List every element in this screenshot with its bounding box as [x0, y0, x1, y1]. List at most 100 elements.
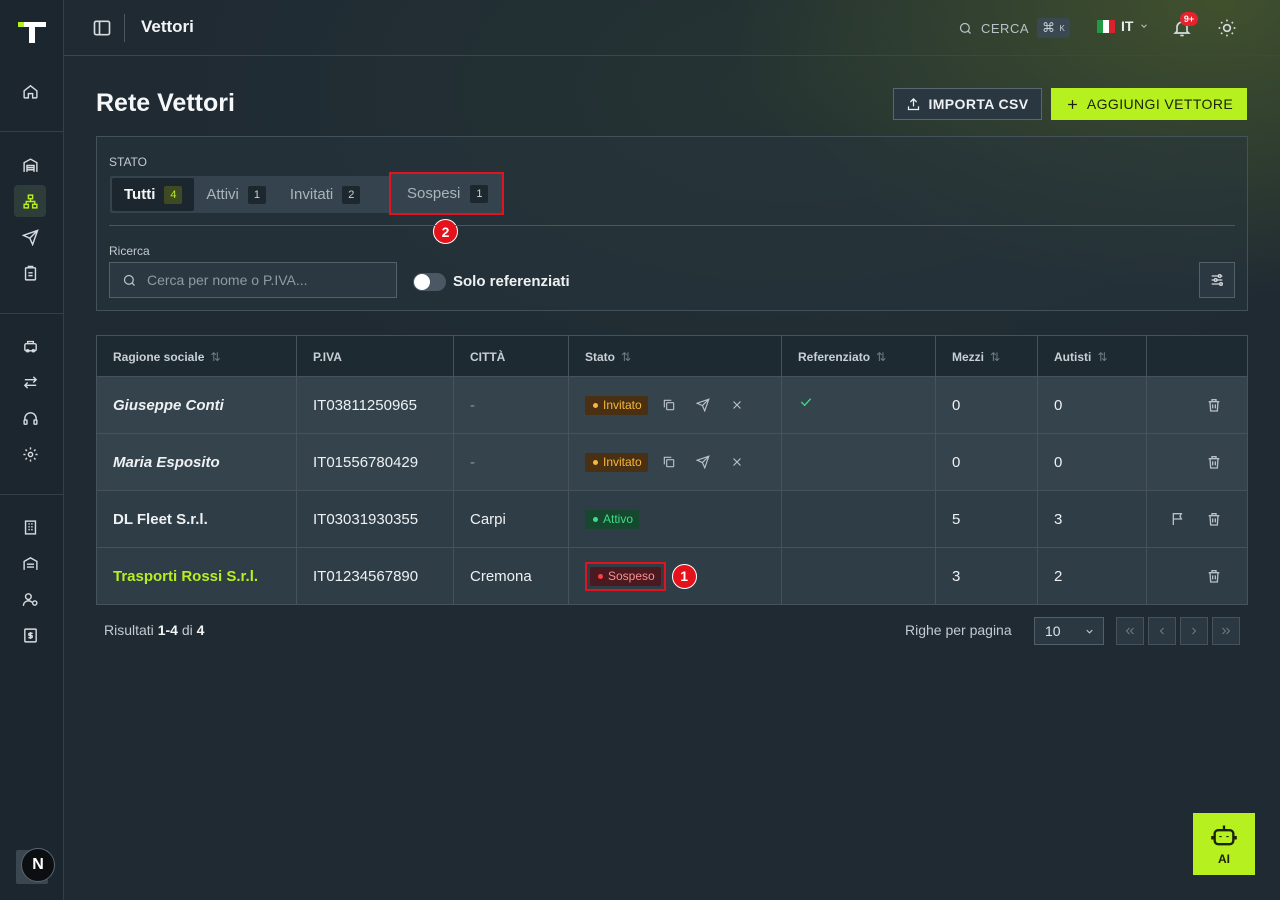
app-logo[interactable]: [18, 22, 46, 44]
carrier-city: Carpi: [470, 510, 506, 528]
transfer-icon: [23, 375, 37, 389]
avatar[interactable]: N: [16, 848, 55, 884]
trash-icon[interactable]: [1206, 397, 1222, 413]
carrier-referenced: [782, 377, 814, 433]
network-icon: [22, 193, 38, 209]
language-selector[interactable]: IT: [1097, 18, 1149, 34]
send-icon[interactable]: [695, 455, 710, 469]
user-settings-icon: [22, 592, 38, 606]
search-input[interactable]: [147, 272, 387, 288]
send-icon[interactable]: [695, 398, 710, 412]
carrier-vehicles: 0: [952, 396, 961, 414]
sidebar: N: [0, 0, 64, 900]
sidebar-item-billing[interactable]: [14, 619, 46, 651]
carrier-drivers: 0: [1054, 453, 1063, 471]
chevron-right-icon: [1192, 627, 1197, 635]
carrier-status-cell: Attivo: [569, 491, 640, 547]
column-header-stato[interactable]: Stato ⇅: [569, 336, 631, 377]
trash-icon[interactable]: [1206, 511, 1222, 527]
carrier-piva: IT01234567890: [313, 567, 419, 585]
close-icon[interactable]: [730, 398, 744, 412]
sliders-icon: [1211, 274, 1223, 286]
carrier-name[interactable]: Trasporti Rossi S.r.l.: [97, 548, 258, 604]
carrier-city: -: [470, 453, 475, 471]
tab-count: 2: [342, 185, 361, 204]
row-actions: [1190, 548, 1222, 604]
previous-page-button[interactable]: [1148, 617, 1176, 645]
app-title: Vettori: [141, 17, 194, 36]
carrier-search: [109, 262, 397, 298]
sun-icon[interactable]: [1217, 18, 1237, 38]
import-csv-button[interactable]: IMPORTA CSV: [893, 88, 1042, 120]
chevron-left-icon: [1159, 627, 1164, 635]
sidebar-item-send[interactable]: [14, 221, 46, 253]
copy-icon[interactable]: [662, 455, 676, 469]
column-header-citta: CITTÀ: [470, 349, 506, 364]
sidebar-item-clipboard[interactable]: [14, 257, 46, 289]
tab-tutti[interactable]: Tutti 4: [112, 178, 195, 211]
chevron-down-icon: [1086, 629, 1093, 634]
robot-icon: [1211, 825, 1237, 846]
sidebar-item-buildings[interactable]: [14, 511, 46, 543]
tab-invitati[interactable]: Invitati 2: [278, 178, 372, 211]
column-header-mezzi[interactable]: Mezzi ⇅: [936, 336, 1000, 377]
global-search-button[interactable]: CERCA ⌘ K: [958, 16, 1071, 40]
clipboard-icon: [24, 265, 36, 281]
status-badge: Invitato: [585, 452, 648, 472]
sort-icon: ⇅: [876, 349, 887, 364]
flag-icon[interactable]: [1170, 511, 1186, 527]
table-row[interactable]: Maria Esposito IT01556780429 - Invitato …: [97, 434, 1247, 491]
carrier-drivers: 3: [1054, 510, 1063, 528]
tab-attivi[interactable]: Attivi 1: [194, 178, 278, 211]
rows-per-page-select[interactable]: 10: [1034, 617, 1104, 645]
sidebar-item-users[interactable]: [14, 583, 46, 615]
depot-icon: [22, 556, 38, 570]
advanced-filters-button[interactable]: [1199, 262, 1235, 298]
column-header-ragione-sociale[interactable]: Ragione sociale ⇅: [97, 336, 220, 377]
upload-icon: [908, 97, 920, 110]
carrier-status-cell: Invitato: [569, 377, 744, 433]
carrier-vehicles: 5: [952, 510, 961, 528]
copy-icon[interactable]: [662, 398, 676, 412]
search-label: Ricerca: [109, 244, 150, 258]
trash-icon[interactable]: [1206, 568, 1222, 584]
carrier-name[interactable]: Maria Esposito: [97, 434, 220, 490]
sidebar-item-vehicles[interactable]: [14, 330, 46, 362]
table-row[interactable]: Trasporti Rossi S.r.l. IT01234567890 Cre…: [97, 548, 1247, 604]
sidebar-toggle-icon[interactable]: [92, 18, 112, 38]
first-page-button[interactable]: [1116, 617, 1144, 645]
sidebar-item-network[interactable]: [14, 185, 46, 217]
filters-panel: STATO Tutti 4 Attivi 1 Invitati 2 Sospes…: [96, 136, 1248, 311]
add-carrier-button[interactable]: AGGIUNGI VETTORE: [1051, 88, 1247, 120]
next-page-button[interactable]: [1180, 617, 1208, 645]
search-icon: [959, 22, 971, 34]
sidebar-item-transfers[interactable]: [14, 366, 46, 398]
sidebar-item-support[interactable]: [14, 402, 46, 434]
column-header-autisti[interactable]: Autisti ⇅: [1038, 336, 1107, 377]
tab-sospesi[interactable]: Sospesi 1: [389, 172, 504, 215]
carrier-drivers: 2: [1054, 567, 1063, 585]
sidebar-item-settings[interactable]: [14, 438, 46, 470]
last-page-button[interactable]: [1212, 617, 1240, 645]
language-code: IT: [1121, 18, 1134, 34]
tab-count: 4: [164, 185, 183, 204]
send-icon: [21, 228, 39, 246]
carrier-name[interactable]: DL Fleet S.r.l.: [97, 491, 208, 547]
table-row[interactable]: Giuseppe Conti IT03811250965 - Invitato …: [97, 377, 1247, 434]
tab-count: 1: [247, 185, 266, 204]
home-icon: [22, 84, 38, 99]
carrier-name[interactable]: Giuseppe Conti: [97, 377, 224, 433]
sidebar-item-warehouse[interactable]: [14, 149, 46, 181]
annotation-marker-1: 1: [671, 563, 697, 589]
close-icon[interactable]: [730, 455, 744, 469]
table-row[interactable]: DL Fleet S.r.l. IT03031930355 Carpi Atti…: [97, 491, 1247, 548]
carrier-status-cell: Sospeso 1: [569, 548, 697, 604]
ai-assistant-button[interactable]: AI: [1193, 813, 1255, 875]
sidebar-item-depots[interactable]: [14, 547, 46, 579]
trash-icon[interactable]: [1206, 454, 1222, 470]
rows-per-page-label: Righe per pagina: [905, 622, 1012, 638]
column-header-referenziato[interactable]: Referenziato ⇅: [782, 336, 886, 377]
notifications-badge: 9+: [1180, 12, 1198, 26]
sidebar-item-home[interactable]: [14, 75, 46, 107]
only-referenced-toggle[interactable]: [413, 273, 446, 291]
